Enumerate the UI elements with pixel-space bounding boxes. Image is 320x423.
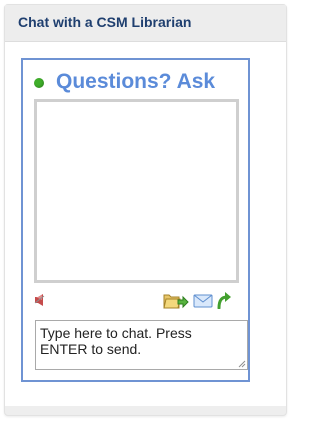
panel-header: Chat with a CSM Librarian bbox=[5, 5, 286, 42]
panel-title: Chat with a CSM Librarian bbox=[18, 14, 192, 30]
email-transcript-icon[interactable] bbox=[193, 294, 213, 308]
popout-arrow-icon[interactable] bbox=[216, 291, 232, 309]
chat-input[interactable] bbox=[35, 320, 248, 370]
chat-panel: Chat with a CSM Librarian Questions? Ask bbox=[4, 4, 287, 416]
panel-body: Questions? Ask bbox=[5, 42, 286, 406]
chat-widget: Questions? Ask bbox=[21, 58, 250, 382]
chat-transcript[interactable] bbox=[34, 99, 239, 283]
widget-heading: Questions? Ask bbox=[56, 70, 216, 93]
speaker-icon[interactable] bbox=[34, 293, 46, 307]
file-transfer-icon[interactable] bbox=[163, 292, 189, 310]
online-status-icon bbox=[34, 78, 44, 88]
